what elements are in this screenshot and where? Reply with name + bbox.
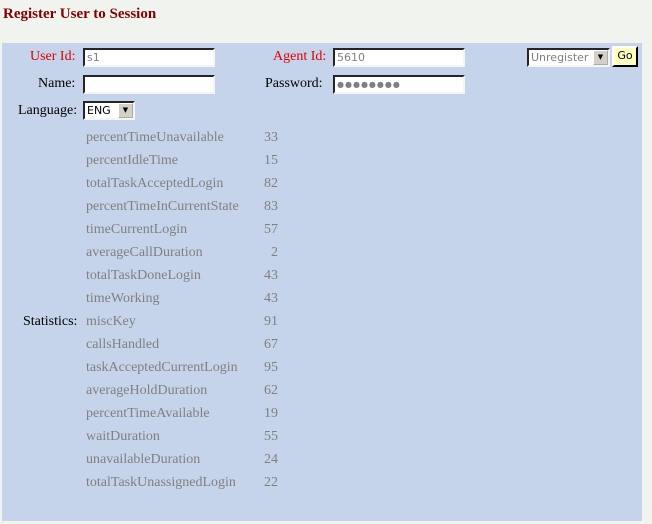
stat-name: totalTaskUnassignedLogin (86, 475, 236, 490)
go-button[interactable]: Go (612, 46, 638, 67)
stat-name: timeCurrentLogin (86, 222, 188, 237)
chevron-down-icon[interactable]: ▼ (118, 103, 133, 118)
stat-value: 43 (264, 291, 278, 306)
language-select[interactable]: ENG ▼ (83, 101, 135, 120)
statistics-label: Statistics: (23, 314, 78, 329)
stat-name: averageHoldDuration (86, 383, 208, 398)
stat-name: totalTaskAcceptedLogin (86, 176, 224, 191)
stat-name: miscKey (86, 314, 136, 329)
stat-name: callsHandled (86, 337, 160, 352)
user-id-input[interactable]: s1 (83, 48, 215, 67)
stat-value: 83 (264, 199, 278, 214)
action-select[interactable]: Unregister ▼ (527, 48, 610, 67)
stat-value: 24 (264, 452, 278, 467)
agent-id-label: Agent Id: (273, 49, 327, 64)
stat-value: 91 (264, 314, 278, 329)
page-title: Register User to Session (3, 6, 157, 22)
stat-name: averageCallDuration (86, 245, 203, 260)
stat-name: unavailableDuration (86, 452, 201, 467)
stat-value: 67 (264, 337, 278, 352)
action-select-value: Unregister (531, 51, 589, 64)
stat-value: 43 (264, 268, 278, 283)
name-input[interactable] (83, 75, 215, 94)
stat-name: taskAcceptedCurrentLogin (86, 360, 238, 375)
stat-value: 2 (271, 245, 278, 260)
stat-value: 82 (264, 176, 278, 191)
password-input[interactable]: ●●●●●●●● (333, 75, 465, 94)
chevron-down-icon[interactable]: ▼ (593, 50, 608, 65)
password-label: Password: (265, 76, 323, 91)
stat-value: 62 (264, 383, 278, 398)
stat-name: timeWorking (86, 291, 160, 306)
stat-value: 95 (264, 360, 278, 375)
stat-name: percentTimeInCurrentState (86, 199, 239, 214)
stat-value: 33 (264, 130, 278, 145)
name-label: Name: (38, 76, 76, 91)
stat-value: 22 (264, 475, 278, 490)
language-label: Language: (18, 103, 78, 118)
stat-value: 55 (264, 429, 278, 444)
agent-id-input[interactable]: 5610 (333, 48, 465, 67)
stat-name: waitDuration (86, 429, 160, 444)
stat-name: percentTimeAvailable (86, 406, 210, 421)
stat-name: percentTimeUnavailable (86, 130, 224, 145)
language-select-value: ENG (87, 104, 111, 117)
stat-name: totalTaskDoneLogin (86, 268, 201, 283)
stat-value: 19 (264, 406, 278, 421)
stat-value: 57 (264, 222, 278, 237)
stat-name: percentIdleTime (86, 153, 179, 168)
user-id-label: User Id: (30, 49, 76, 64)
stat-value: 15 (264, 153, 278, 168)
